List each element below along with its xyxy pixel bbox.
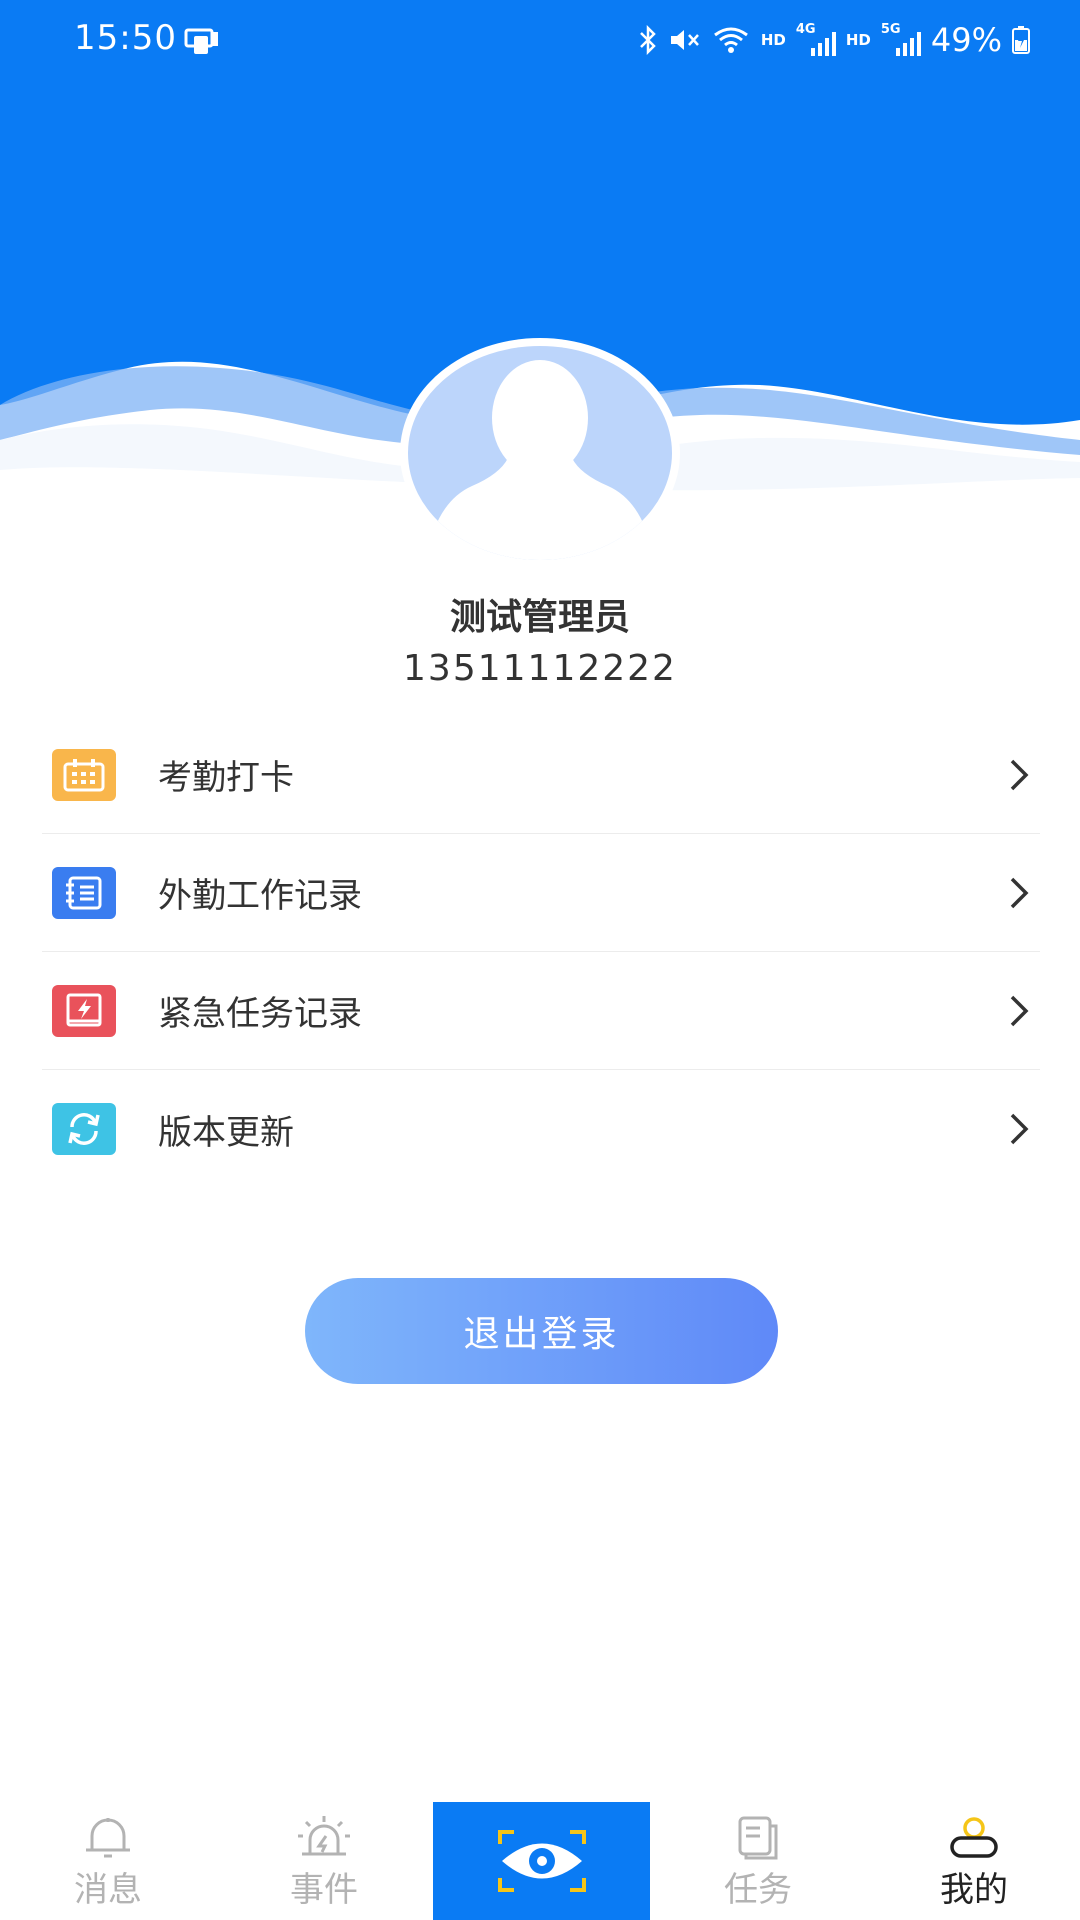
tab-label: 事件 (290, 1870, 358, 1910)
notebook-icon (52, 866, 116, 919)
user-icon (950, 1817, 998, 1858)
status-bar: 15:50 HD 4G HD 5G 49% (0, 0, 1080, 80)
menu-item-attendance[interactable]: 考勤打卡 (42, 716, 1040, 834)
avatar-image (408, 346, 672, 560)
tab-label: 我的 (940, 1870, 1008, 1910)
hd-badge-2: HD (845, 31, 871, 49)
tab-mine[interactable]: 我的 (866, 1802, 1080, 1920)
logout-button[interactable]: 退出登录 (305, 1278, 778, 1384)
tab-tasks[interactable]: 任务 (650, 1802, 866, 1920)
eye-scan-icon (497, 1830, 586, 1892)
wifi-icon (711, 25, 751, 55)
menu-item-label: 紧急任务记录 (158, 994, 362, 1034)
tab-events[interactable]: 事件 (216, 1802, 432, 1920)
hd-badge-1: HD (760, 31, 786, 49)
calendar-icon (52, 748, 116, 801)
tab-label: 任务 (724, 1870, 792, 1910)
chevron-right-icon (1010, 1113, 1029, 1145)
avatar[interactable] (400, 338, 680, 568)
signal-4g-icon: 4G (796, 22, 836, 56)
chevron-right-icon (1010, 877, 1029, 908)
bell-icon (86, 1818, 130, 1858)
battery-charging-icon (1012, 26, 1030, 54)
chevron-right-icon (1010, 759, 1029, 790)
menu-item-label: 外勤工作记录 (158, 876, 362, 916)
urgent-task-icon (52, 984, 116, 1037)
menu-item-version-update[interactable]: 版本更新 (42, 1070, 1040, 1188)
status-time: 15:50 (74, 18, 177, 58)
refresh-icon (52, 1103, 116, 1155)
tab-scan[interactable] (433, 1802, 650, 1920)
menu-item-urgent-task[interactable]: 紧急任务记录 (42, 952, 1040, 1070)
user-name: 测试管理员 (449, 597, 630, 638)
status-icons: HD 4G HD 5G 49% (637, 20, 1030, 60)
user-silhouette-icon (426, 360, 654, 560)
documents-icon (738, 1816, 778, 1860)
tab-messages[interactable]: 消息 (0, 1802, 216, 1920)
menu-item-field-work[interactable]: 外勤工作记录 (42, 834, 1040, 952)
alarm-icon (298, 1816, 350, 1856)
user-phone: 13511112222 (403, 648, 677, 689)
bluetooth-icon (637, 25, 659, 55)
menu-list: 考勤打卡 外勤工作记录 紧急任务记录 版本更新 (42, 716, 1040, 1188)
battery-percent: 49% (930, 21, 1002, 59)
bottom-tab-bar: 消息 事件 任务 我的 (0, 1802, 1080, 1920)
mute-icon (669, 26, 701, 54)
chevron-right-icon (1010, 995, 1029, 1026)
notification-device-icon (184, 26, 220, 56)
tab-label: 消息 (74, 1870, 142, 1910)
menu-item-label: 考勤打卡 (158, 758, 294, 798)
menu-item-label: 版本更新 (158, 1112, 294, 1153)
signal-5g-icon: 5G (881, 22, 921, 56)
